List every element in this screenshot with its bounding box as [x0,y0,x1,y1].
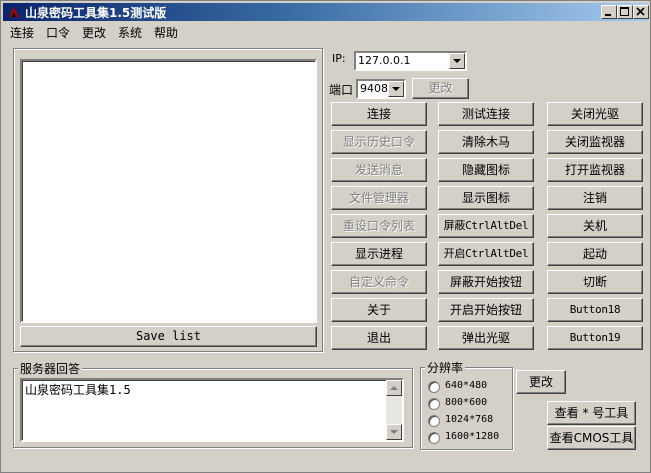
chevron-down-icon [453,59,461,63]
eject-cdrom-button[interactable]: 弹出光驱 [438,326,534,350]
about-button[interactable]: 关于 [331,298,427,322]
chevron-down-icon [392,87,400,91]
menu-bar: 连接 口令 更改 系统 帮助 [3,22,648,41]
view-cmos-tool-button[interactable]: 查看CMOS工具 [547,426,636,450]
port-change-button[interactable]: 更改 [412,78,469,99]
port-label: 端口 [329,83,354,97]
close-cdrom-button[interactable]: 关闭光驱 [547,102,643,126]
resolution-radio-800[interactable] [428,398,440,410]
close-button[interactable] [633,5,649,19]
menu-system[interactable]: 系统 [118,24,142,41]
send-message-button[interactable]: 发送消息 [331,158,427,182]
menu-change[interactable]: 更改 [82,24,106,41]
custom-command-button[interactable]: 自定义命令 [331,270,427,294]
main-window: 山泉密码工具集1.5测试版 连接 口令 更改 系统 帮助 Save list I… [0,0,651,473]
port-value: 9408 [360,82,388,95]
menu-password[interactable]: 口令 [46,24,70,41]
server-reply-text: 山泉密码工具集1.5 [25,383,131,397]
resolution-option-640: 640*480 [445,380,488,391]
menu-connect[interactable]: 连接 [10,24,34,41]
resolution-radio-1024[interactable] [428,415,440,427]
button18[interactable]: Button18 [547,298,643,322]
port-dropdown-button[interactable] [388,81,404,97]
minimize-icon [605,14,611,16]
button19[interactable]: Button19 [547,326,643,350]
block-start-button[interactable]: 屏蔽开始按钮 [438,270,534,294]
title-bar[interactable]: 山泉密码工具集1.5测试版 [3,3,649,21]
shutdown-button[interactable]: 关机 [547,214,643,238]
window-title: 山泉密码工具集1.5测试版 [25,6,167,20]
view-star-tool-button[interactable]: 查看 * 号工具 [547,401,636,425]
remove-trojan-button[interactable]: 清除木马 [438,130,534,154]
enable-start-button[interactable]: 开启开始按钮 [438,298,534,322]
menu-help[interactable]: 帮助 [154,24,178,41]
connect-button[interactable]: 连接 [331,102,427,126]
arrow-up-icon [390,386,398,390]
resolution-option-800: 800*600 [445,397,488,408]
monitor-on-button[interactable]: 打开监视器 [547,158,643,182]
enable-ctrlaltdel-button[interactable]: 开启CtrlAltDel [438,242,534,266]
maximize-button[interactable] [617,5,633,19]
monitor-off-button[interactable]: 关闭监视器 [547,130,643,154]
server-reply-label: 服务器回答 [18,360,83,377]
reset-password-list-button[interactable]: 重设口令列表 [331,214,427,238]
server-reply-scrollbar[interactable] [386,380,402,440]
maximize-icon [620,7,629,16]
scroll-down-button[interactable] [386,424,402,440]
show-processes-button[interactable]: 显示进程 [331,242,427,266]
block-ctrlaltdel-button[interactable]: 屏蔽CtrlAltDel [438,214,534,238]
close-icon [636,7,645,16]
show-icons-button[interactable]: 显示图标 [438,186,534,210]
ip-dropdown-button[interactable] [449,53,465,69]
resolution-label: 分辨率 [425,359,466,376]
test-connection-button[interactable]: 测试连接 [438,102,534,126]
save-list-button[interactable]: Save list [20,326,317,347]
resolution-option-1024: 1024*768 [445,414,494,425]
resolution-option-1600: 1600*1280 [445,431,500,442]
resolution-change-button[interactable]: 更改 [516,370,566,394]
exit-button[interactable]: 退出 [331,326,427,350]
disconnect-button[interactable]: 切断 [547,270,643,294]
ip-label: IP: [332,52,346,65]
arrow-down-icon [390,430,398,434]
password-list[interactable] [20,59,317,323]
resolution-radio-640[interactable] [428,381,440,393]
ip-combo[interactable]: 127.0.0.1 [354,51,467,71]
ip-value: 127.0.0.1 [358,54,411,67]
logoff-button[interactable]: 注销 [547,186,643,210]
restart-button[interactable]: 起动 [547,242,643,266]
file-manager-button[interactable]: 文件管理器 [331,186,427,210]
app-icon [9,7,19,17]
hide-icons-button[interactable]: 隐藏图标 [438,158,534,182]
port-combo[interactable]: 9408 [356,79,406,99]
server-reply-memo[interactable]: 山泉密码工具集1.5 [20,378,404,442]
show-password-history-button[interactable]: 显示历史口令 [331,130,427,154]
scroll-up-button[interactable] [386,380,402,396]
minimize-button[interactable] [601,5,617,19]
resolution-radio-1600[interactable] [428,432,440,444]
